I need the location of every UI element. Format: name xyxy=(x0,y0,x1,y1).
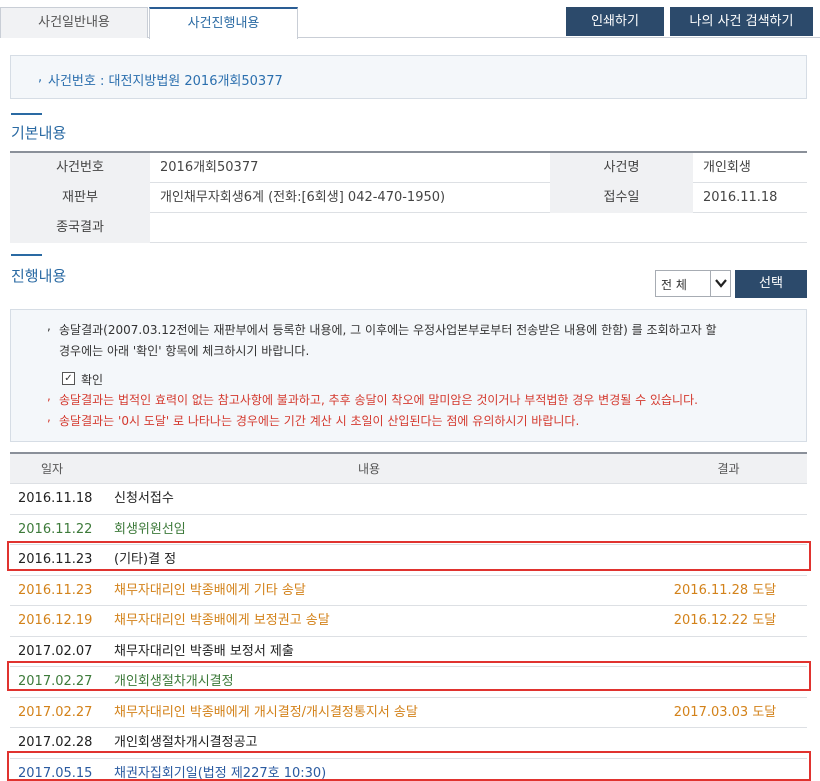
section-accent-line xyxy=(11,113,42,115)
bullet-icon: , xyxy=(38,70,43,85)
chevron-down-icon[interactable] xyxy=(710,271,730,296)
section-accent-line xyxy=(11,254,42,256)
my-case-search-button[interactable]: 나의 사건 검색하기 xyxy=(670,7,813,36)
row-date: 2016.12.19 xyxy=(18,613,93,628)
tab-general-info[interactable]: 사건일반내용 xyxy=(0,7,148,38)
row-result xyxy=(650,515,800,545)
table-row: 2016.11.23 채무자대리인 박종배에게 기타 송달 2016.11.28 도… xyxy=(10,576,807,606)
row-result: 2016.11.28 도달 xyxy=(673,582,777,598)
value-case-name: 개인회생 xyxy=(703,160,751,175)
confirm-label: 확인 xyxy=(81,373,104,387)
row-content: 회생위원선임 xyxy=(114,521,186,537)
header-case-name: 사건명 xyxy=(550,153,693,183)
warning-bullet: , xyxy=(47,389,51,403)
notice-line-2: 경우에는 아래 '확인' 항목에 체크하시기 바랍니다. xyxy=(59,344,310,358)
table-row: 2016.12.19 채무자대리인 박종배에게 보정권고 송달 2016.12.22… xyxy=(10,606,807,637)
value-court-division: 개인채무자회생6계 (전화:[6회생] 042-470-1950) xyxy=(160,190,446,205)
row-date: 2016.11.22 xyxy=(18,521,93,537)
row-result: 2016.12.22 도달 xyxy=(673,613,777,628)
print-button[interactable]: 인쇄하기 xyxy=(566,7,664,36)
column-content: 내용 xyxy=(357,462,381,476)
confirm-checkbox[interactable]: ✓ xyxy=(62,372,75,385)
column-date: 일자 xyxy=(40,462,64,476)
value-case-number: 2016개회50377 xyxy=(160,160,259,175)
case-number-banner: , 사건번호 : 대전지방법원 2016개회50377 xyxy=(10,55,807,99)
header-court-division: 재판부 xyxy=(10,183,150,213)
row-date: 2016.11.23 xyxy=(18,582,93,598)
highlight-box xyxy=(7,751,811,781)
highlight-box xyxy=(7,541,811,571)
row-result: 2017.03.03 도달 xyxy=(673,704,777,720)
filter-selected-value: 전 체 xyxy=(661,278,687,292)
basic-info-table: 사건번호 2016개회50377 사건명 개인회생 재판부 개인채무자회생6계 … xyxy=(10,151,807,243)
row-content: 신청서접수 xyxy=(114,491,174,506)
select-button[interactable]: 선택 xyxy=(735,270,807,298)
progress-title: 진행내용 xyxy=(11,267,67,285)
column-result: 결과 xyxy=(717,462,740,476)
tab-progress-info[interactable]: 사건진행내용 xyxy=(149,7,298,39)
info-row: 사건번호 2016개회50377 사건명 개인회생 xyxy=(10,153,807,183)
table-row: 2017.02.27 채무자대리인 박종배에게 개시결정/개시결정통지서 송달 20… xyxy=(10,698,807,728)
notice-box: , 송달결과(2007.03.12전에는 재판부에서 등록한 내용에, 그 이후… xyxy=(10,309,807,442)
warning-bullet: , xyxy=(47,410,51,424)
header-final-result: 종국결과 xyxy=(10,213,150,243)
highlight-box xyxy=(7,661,811,691)
value-filing-date: 2016.11.18 xyxy=(703,190,778,205)
table-row: 2016.11.18 신청서접수 xyxy=(10,484,807,515)
notice-line-1: 송달결과(2007.03.12전에는 재판부에서 등록한 내용에, 그 이후에는… xyxy=(59,323,717,337)
value-final-result xyxy=(150,213,807,243)
header-case-number: 사건번호 xyxy=(10,153,150,183)
progress-table: 일자 내용 결과 2016.11.18 신청서접수 2016.11.22 회생위원선임… xyxy=(10,452,807,781)
row-date: 2016.11.18 xyxy=(18,491,93,506)
row-date: 2017.02.27 xyxy=(18,704,93,720)
info-row: 재판부 개인채무자회생6계 (전화:[6회생] 042-470-1950) 접수… xyxy=(10,183,807,213)
top-bar: 사건일반내용 사건진행내용 인쇄하기 나의 사건 검색하기 xyxy=(0,0,820,39)
case-number-text: 사건번호 : 대전지방법원 2016개회50377 xyxy=(48,74,283,89)
row-result xyxy=(650,484,800,514)
notice-bullet: , xyxy=(47,319,51,333)
row-content: 채무자대리인 박종배에게 보정권고 송달 xyxy=(114,613,330,628)
basic-info-title: 기본내용 xyxy=(11,124,67,142)
row-content: 채무자대리인 박종배에게 기타 송달 xyxy=(114,582,306,598)
header-filing-date: 접수일 xyxy=(550,183,693,213)
progress-filter-select[interactable]: 전 체 xyxy=(655,270,731,297)
table-header: 일자 내용 결과 xyxy=(10,454,807,484)
info-row: 종국결과 xyxy=(10,213,807,243)
warning-line-1: 송달결과는 법적인 효력이 없는 참고사항에 불과하고, 추후 송달이 착오에 … xyxy=(59,393,698,407)
row-content: 채무자대리인 박종배에게 개시결정/개시결정통지서 송달 xyxy=(114,704,418,720)
table-body: 2016.11.18 신청서접수 2016.11.22 회생위원선임 2016.11.2… xyxy=(10,484,807,781)
warning-line-2: 송달결과는 '0시 도달' 로 나타나는 경우에는 기간 계산 시 초일이 산입… xyxy=(59,414,580,428)
